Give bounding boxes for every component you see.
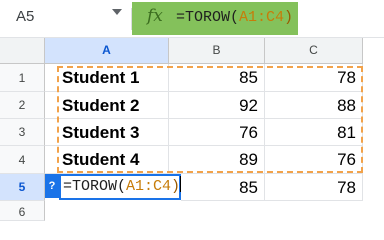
cell-c2[interactable]: 88: [265, 92, 363, 119]
row-header-5[interactable]: 5: [0, 174, 45, 201]
formula-close-paren: ): [284, 9, 294, 26]
row-header-3[interactable]: 3: [0, 119, 45, 146]
row-header-6[interactable]: 6: [0, 201, 45, 221]
cell-a2[interactable]: Student 2: [45, 92, 169, 119]
cell-a5-editor[interactable]: =TOROW(A1:C4): [59, 174, 182, 200]
cell-b2[interactable]: 92: [169, 92, 265, 119]
cell-b1[interactable]: 85: [169, 64, 265, 92]
editor-function: =TOROW(: [63, 178, 127, 195]
cell-b5[interactable]: 85: [181, 174, 265, 201]
cell-c4[interactable]: 76: [265, 146, 363, 174]
formula-range-ref: A1:C4: [239, 9, 285, 26]
cell-a3[interactable]: Student 3: [45, 119, 169, 146]
row-header-1[interactable]: 1: [0, 64, 45, 92]
cell-b3[interactable]: 76: [169, 119, 265, 146]
editor-close-paren: ): [171, 178, 181, 195]
row-header-4[interactable]: 4: [0, 146, 45, 174]
formula-help-icon[interactable]: ?: [45, 174, 59, 198]
row-header-2[interactable]: 2: [0, 92, 45, 119]
formula-function: =TOROW(: [176, 9, 240, 26]
cell-c1[interactable]: 78: [265, 64, 363, 92]
column-header-c[interactable]: C: [265, 38, 363, 64]
cell-b4[interactable]: 89: [169, 146, 265, 174]
formula-toolbar: A5 fx =TOROW(A1:C4): [0, 0, 384, 38]
column-header-a[interactable]: A: [45, 38, 169, 64]
cell-c3[interactable]: 81: [265, 119, 363, 146]
name-box-dropdown-icon[interactable]: [112, 9, 122, 15]
cell-a4[interactable]: Student 4: [45, 146, 169, 174]
cell-c5[interactable]: 78: [265, 174, 363, 201]
name-box[interactable]: A5: [16, 8, 34, 25]
fx-icon: fx: [147, 6, 163, 26]
formula-input[interactable]: =TOROW(A1:C4): [176, 9, 293, 26]
cell-a1[interactable]: Student 1: [45, 64, 169, 92]
column-header-b[interactable]: B: [169, 38, 265, 64]
editor-range-ref: A1:C4: [126, 178, 172, 195]
select-all-corner[interactable]: [0, 38, 45, 64]
